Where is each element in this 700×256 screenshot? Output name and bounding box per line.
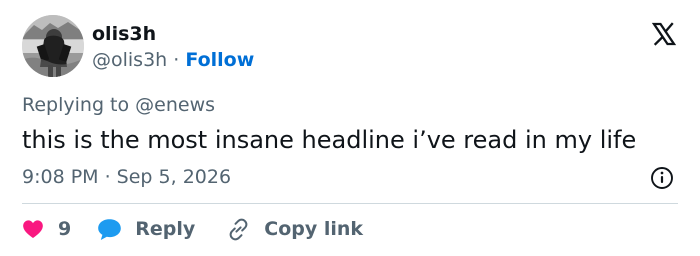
like-count: 9 [58,218,72,240]
tweet-timestamp[interactable]: 9:08 PM · Sep 5, 2026 [22,165,231,189]
copy-link-label: Copy link [264,218,364,240]
divider [22,203,678,204]
avatar-photo [22,15,84,77]
tweet-actions: 9 Reply Copy link [22,214,363,244]
tweet-text: this is the most insane headline i’ve re… [22,126,637,154]
separator-dot: · [173,49,180,71]
follow-button[interactable]: Follow [185,49,254,71]
username[interactable]: @olis3h [92,49,167,71]
speech-bubble-icon [98,218,122,240]
like-button[interactable]: 9 [22,218,71,240]
replying-to-label: Replying to [22,94,130,116]
reply-target-handle[interactable]: @enews [135,94,215,116]
link-icon [229,218,248,240]
display-name[interactable]: olis3h [92,22,156,46]
handle-row: @olis3h · Follow [92,48,254,72]
reply-label: Reply [135,218,196,240]
copy-link-button[interactable]: Copy link [226,217,363,242]
tweet-card: olis3h @olis3h · Follow Replying to @ene… [0,0,700,256]
avatar[interactable] [22,15,84,77]
info-icon[interactable] [650,166,674,190]
reply-button[interactable]: Reply [97,218,195,241]
heart-icon [23,220,43,238]
replying-to-line: Replying to @enews [22,93,215,117]
x-logo-icon[interactable] [650,20,678,48]
